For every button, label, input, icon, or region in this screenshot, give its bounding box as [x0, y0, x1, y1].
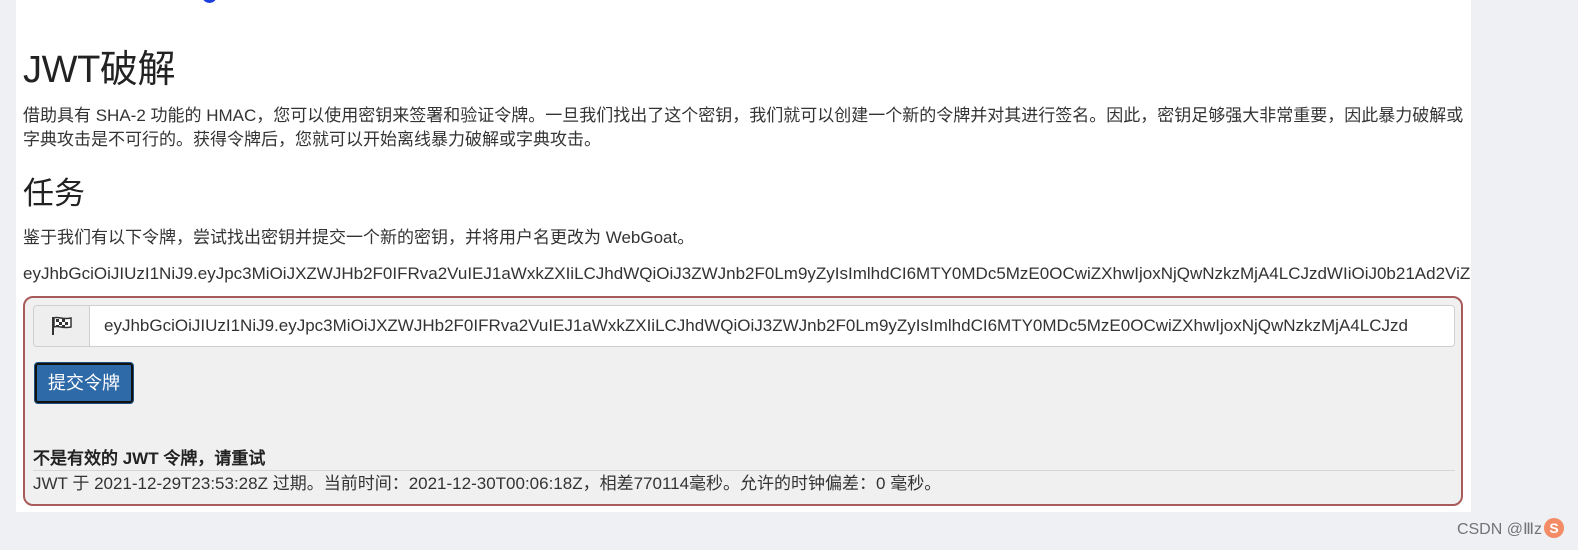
csdn-watermark-logo: S: [1544, 518, 1564, 538]
task-instruction: 鉴于我们有以下令牌，尝试找出密钥并提交一个新的密钥，并将用户名更改为 WebGo…: [23, 228, 695, 247]
task-heading: 任务: [23, 176, 85, 211]
top-link-fragment[interactable]: [202, 0, 217, 3]
token-input-group: [33, 305, 1455, 347]
jwt-token-input[interactable]: [90, 306, 1454, 346]
feedback-divider: [33, 470, 1455, 471]
lesson-description: 借助具有 SHA-2 功能的 HMAC，您可以使用密钥来签署和验证令牌。一旦我们…: [23, 106, 1464, 149]
feedback-title: 不是有效的 JWT 令牌，请重试: [33, 449, 266, 468]
jwt-token-display: eyJhbGciOiJIUzI1NiJ9.eyJpc3MiOiJXZWJHb2F…: [23, 264, 1471, 283]
jwt-attack-panel: 提交令牌 不是有效的 JWT 令牌，请重试 JWT 于 2021-12-29T2…: [23, 296, 1463, 506]
csdn-watermark: CSDN @Ⅲz: [1456, 521, 1542, 538]
flag-icon: [51, 316, 72, 335]
token-input-addon: [34, 306, 90, 346]
feedback-message: JWT 于 2021-12-29T23:53:28Z 过期。当前时间：2021-…: [33, 474, 942, 493]
page-title: JWT破解: [23, 49, 176, 91]
submit-token-button[interactable]: 提交令牌: [34, 362, 134, 404]
